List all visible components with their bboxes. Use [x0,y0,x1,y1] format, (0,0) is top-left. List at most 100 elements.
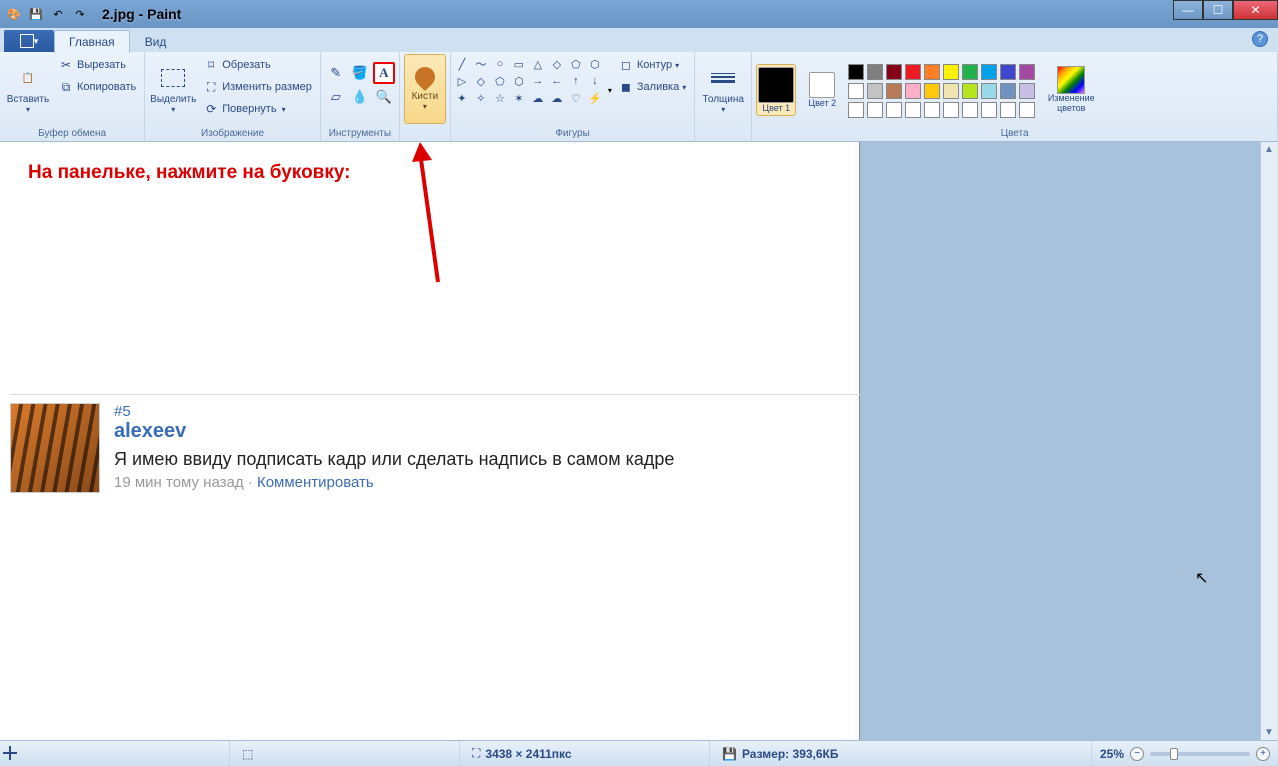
post-author: alexeev [114,420,860,443]
thickness-label: Толщина [703,94,744,105]
crop-icon: ⌑ [203,57,219,73]
empty-swatch[interactable] [848,102,864,118]
bucket-tool[interactable]: 🪣 [349,62,371,84]
post-text: Я имею ввиду подписать кадр или сделать … [114,449,860,470]
color-palette[interactable] [848,60,1037,120]
empty-swatch[interactable] [867,102,883,118]
scissors-icon: ✂ [58,57,74,73]
color-swatch[interactable] [943,64,959,80]
colors-label: Цвета [756,126,1273,141]
minimize-button[interactable]: — [1173,0,1203,20]
fill-button[interactable]: ◼Заливка▾ [614,76,690,98]
brushes-button[interactable]: Кисти ▾ [404,54,446,124]
selection-icon: ⬚ [242,747,253,761]
empty-swatch[interactable] [1019,102,1035,118]
fill-icon: ◼ [618,79,634,95]
paint-icon[interactable]: 🎨 [4,4,24,24]
crosshair-icon [3,746,17,760]
clipboard-label: Буфер обмена [4,126,140,141]
empty-swatch[interactable] [1000,102,1016,118]
vertical-scrollbar[interactable] [1260,142,1278,740]
zoom-slider[interactable] [1150,752,1250,756]
color-swatch[interactable] [848,64,864,80]
redo-icon[interactable]: ↷ [70,4,90,24]
empty-swatch[interactable] [962,102,978,118]
outline-button[interactable]: ◻Контур▾ [614,54,690,76]
help-icon[interactable]: ? [1252,31,1268,47]
thickness-button[interactable]: Толщина ▾ [699,54,747,124]
ribbon-tabs: ▾ Главная Вид ? [0,28,1278,52]
tab-view[interactable]: Вид [130,30,182,53]
color-swatch[interactable] [1019,83,1035,99]
disk-icon: 💾 [722,747,737,761]
maximize-button[interactable]: ☐ [1203,0,1233,20]
color-swatch[interactable] [924,83,940,99]
close-button[interactable]: ✕ [1233,0,1278,20]
zoom-in-button[interactable]: + [1256,747,1270,761]
color-swatch[interactable] [867,64,883,80]
color-swatch[interactable] [886,64,902,80]
empty-swatch[interactable] [886,102,902,118]
shapes-gallery[interactable]: ╱〜○▭△◇⬠⬡ ▷◇⬠⬡→←↑↓ ✦✧☆✶☁☁♡⚡ [455,54,606,108]
color-swatch[interactable] [1000,64,1016,80]
save-icon[interactable]: 💾 [26,4,46,24]
color-swatch[interactable] [905,64,921,80]
color-swatch[interactable] [943,83,959,99]
undo-icon[interactable]: ↶ [48,4,68,24]
thickness-icon [709,64,737,92]
outline-icon: ◻ [618,57,634,73]
window-title: 2.jpg - Paint [102,6,181,22]
workspace[interactable]: На панельке, нажмите на буковку: #5 alex… [0,142,1260,740]
empty-swatch[interactable] [981,102,997,118]
canvas[interactable]: На панельке, нажмите на буковку: #5 alex… [0,142,860,740]
paste-button[interactable]: 📋 Вставить ▾ [4,54,52,124]
copy-button[interactable]: ⧉Копировать [54,76,140,98]
empty-swatch[interactable] [943,102,959,118]
zoom-out-button[interactable]: − [1130,747,1144,761]
color-swatch[interactable] [905,83,921,99]
resize-button[interactable]: ⛶Изменить размер [199,76,316,98]
color2-button[interactable]: Цвет 2 [802,72,842,108]
window-controls: — ☐ ✕ [1173,0,1278,20]
color-swatch[interactable] [886,83,902,99]
edit-colors-button[interactable]: Изменение цветов [1043,66,1099,114]
color-swatch[interactable] [981,64,997,80]
crop-button[interactable]: ⌑Обрезать [199,54,316,76]
file-tab[interactable]: ▾ [4,30,54,52]
rotate-button[interactable]: ⟳Повернуть▾ [199,98,316,120]
color2-swatch [809,72,835,98]
tab-main[interactable]: Главная [54,30,130,53]
clipboard-icon: 📋 [14,64,42,92]
dimensions-icon: ⛶ [472,746,480,761]
color-swatch[interactable] [924,64,940,80]
color-swatch[interactable] [1000,83,1016,99]
color-swatch[interactable] [867,83,883,99]
eraser-tool[interactable]: ▱ [325,86,347,108]
color-swatch[interactable] [962,83,978,99]
picker-tool[interactable]: 💧 [349,86,371,108]
annotation-text: На панельке, нажмите на буковку: [28,162,351,184]
pencil-tool[interactable]: ✎ [325,62,347,84]
forum-post: #5 alexeev Я имею ввиду подписать кадр и… [10,394,860,501]
ribbon: 📋 Вставить ▾ ✂Вырезать ⧉Копировать Буфер… [0,52,1278,142]
empty-swatch[interactable] [905,102,921,118]
color-swatch[interactable] [962,64,978,80]
color-swatch[interactable] [1019,64,1035,80]
quick-access-toolbar: 🎨 💾 ↶ ↷ [0,4,90,24]
select-button[interactable]: Выделить ▾ [149,54,197,124]
magnifier-tool[interactable]: 🔍 [373,86,395,108]
rotate-icon: ⟳ [203,101,219,117]
comment-link[interactable]: Комментировать [257,474,374,491]
color-swatch[interactable] [848,83,864,99]
color-swatch[interactable] [981,83,997,99]
text-tool[interactable]: A [373,62,395,84]
post-number: #5 [114,403,860,420]
cut-button[interactable]: ✂Вырезать [54,54,140,76]
group-image: Выделить ▾ ⌑Обрезать ⛶Изменить размер ⟳П… [145,52,321,141]
color1-button[interactable]: Цвет 1 [756,64,796,116]
group-tools: ✎ 🪣 A ▱ 💧 🔍 Инструменты [321,52,400,141]
statusbar: ⬚ ⛶3438 × 2411пкс 💾Размер: 393,6КБ 25% −… [0,740,1278,766]
status-coords [0,741,230,766]
empty-swatch[interactable] [924,102,940,118]
resize-icon: ⛶ [203,79,219,95]
